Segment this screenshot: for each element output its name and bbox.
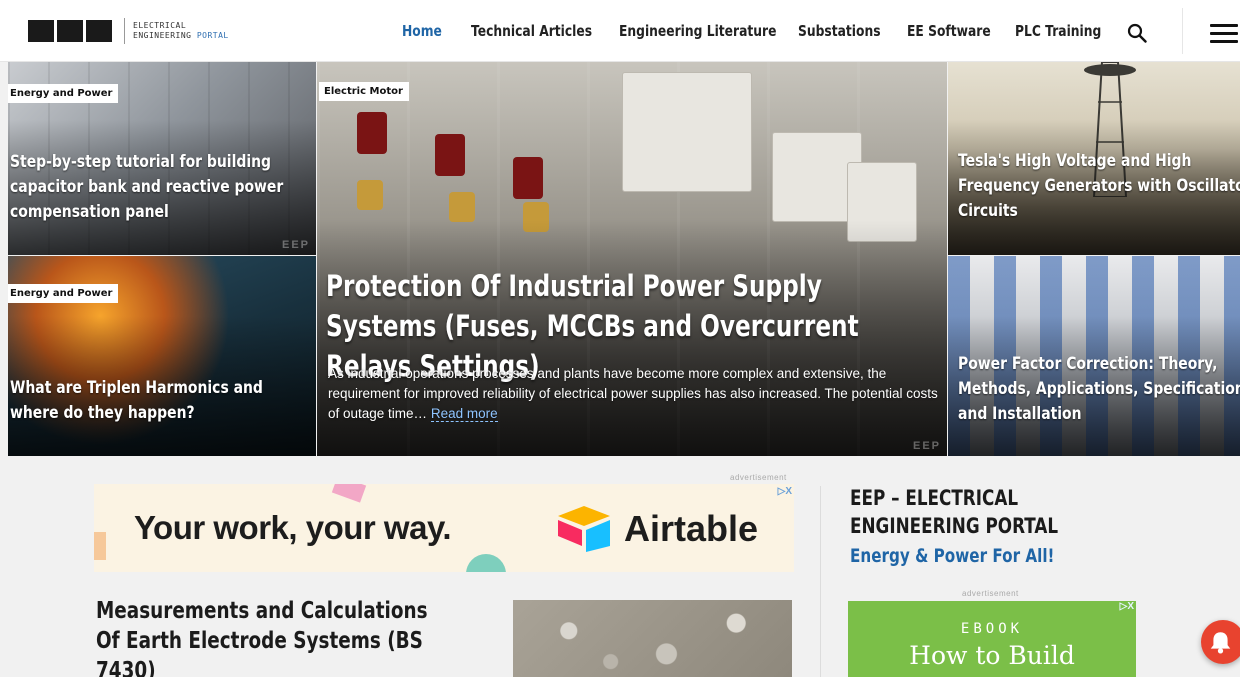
- category-badge[interactable]: Electric Motor: [319, 82, 409, 101]
- featured-tile-triplen-harmonics[interactable]: Energy and Power What are Triplen Harmon…: [8, 256, 316, 456]
- tile-title[interactable]: Step-by-step tutorial for building capac…: [10, 150, 313, 225]
- nav-plc-training[interactable]: PLC Training: [1015, 22, 1101, 40]
- tile-title[interactable]: What are Triplen Harmonics and where do …: [10, 376, 313, 426]
- tile-title[interactable]: Tesla's High Voltage and High Frequency …: [958, 149, 1240, 224]
- logo-mark: [28, 20, 112, 42]
- airtable-logo-icon: [558, 506, 610, 552]
- category-badge[interactable]: Energy and Power: [8, 284, 119, 303]
- nav-substations[interactable]: Substations: [798, 22, 881, 40]
- site-logo[interactable]: ELECTRICAL ENGINEERING PORTAL: [28, 18, 229, 44]
- ad-headline: Your work, your way.: [134, 509, 452, 546]
- menu-divider: [1182, 8, 1183, 54]
- ad-shape: [331, 484, 367, 503]
- ad-kicker: EBOOK: [960, 621, 1024, 637]
- ad-shape: [94, 532, 106, 560]
- watermark-logo: EEP: [912, 440, 941, 452]
- excerpt-text: As industrial operations processes and p…: [328, 366, 938, 421]
- ad-choices-icon[interactable]: ▷X: [1120, 601, 1134, 612]
- logo-line-3: PORTAL: [196, 31, 229, 40]
- logo-line-1: ELECTRICAL: [133, 21, 187, 30]
- sidebar-tagline: Energy & Power For All!: [850, 545, 1055, 567]
- sidebar-ebook-ad[interactable]: ▷X EBOOK How to Build: [848, 601, 1136, 677]
- main-article-excerpt: As industrial operations processes and p…: [328, 364, 940, 424]
- watermark-logo: EEP: [281, 239, 310, 251]
- padlock: [357, 180, 383, 210]
- ad-choices-icon[interactable]: ▷X: [778, 486, 792, 497]
- featured-tile-capacitor-bank[interactable]: Energy and Power Step-by-step tutorial f…: [8, 62, 316, 255]
- nav-engineering-literature[interactable]: Engineering Literature: [619, 22, 776, 40]
- hamburger-menu-icon[interactable]: [1210, 24, 1238, 44]
- ad-shape: [466, 554, 506, 572]
- sidebar-title: EEP – ELECTRICAL ENGINEERING PORTAL: [850, 486, 1059, 538]
- nav-ee-software[interactable]: EE Software: [907, 22, 991, 40]
- relay-device: [622, 72, 752, 192]
- site-header: ELECTRICAL ENGINEERING PORTAL Home Techn…: [0, 0, 1240, 62]
- logo-divider: [124, 18, 125, 44]
- article-thumbnail[interactable]: [513, 600, 792, 677]
- tile-title[interactable]: Power Factor Correction: Theory, Methods…: [958, 352, 1240, 427]
- switch-handle: [357, 112, 387, 154]
- nav-home[interactable]: Home: [402, 22, 442, 40]
- sidebar-ad-label: advertisement: [962, 589, 1019, 598]
- logo-line-2: ENGINEERING: [133, 31, 192, 40]
- padlock: [449, 192, 475, 222]
- article-title[interactable]: Measurements and Calculations Of Earth E…: [96, 596, 432, 677]
- ad-label: advertisement: [730, 473, 787, 482]
- notification-bell-button[interactable]: [1201, 620, 1240, 664]
- ad-headline: How to Build: [909, 641, 1075, 670]
- featured-tile-tesla[interactable]: Tesla's High Voltage and High Frequency …: [948, 62, 1240, 255]
- ad-brand: Airtable: [624, 508, 759, 549]
- category-badge[interactable]: Energy and Power: [8, 84, 119, 103]
- search-icon[interactable]: [1127, 23, 1147, 43]
- sidebar-divider: [820, 486, 821, 677]
- logo-text: ELECTRICAL ENGINEERING PORTAL: [133, 21, 229, 41]
- bell-icon: [1210, 632, 1231, 654]
- featured-tile-power-factor[interactable]: Power Factor Correction: Theory, Methods…: [948, 256, 1240, 456]
- airtable-ad-banner[interactable]: Your work, your way. Airtable ▷X: [94, 484, 794, 572]
- read-more-link[interactable]: Read more: [430, 406, 498, 422]
- switch-handle: [435, 134, 465, 176]
- switch-handle: [513, 157, 543, 199]
- nav-technical-articles[interactable]: Technical Articles: [471, 22, 592, 40]
